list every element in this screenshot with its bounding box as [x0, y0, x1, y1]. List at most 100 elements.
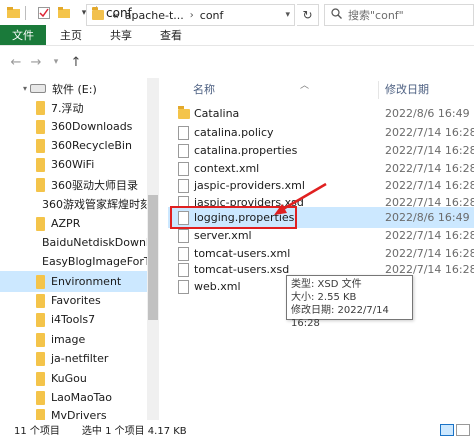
- folder-icon: [36, 293, 45, 308]
- nav-label: Favorites: [51, 294, 101, 307]
- folder-icon: [36, 371, 45, 386]
- folder-icon: [36, 119, 45, 134]
- tab-share[interactable]: 共享: [96, 25, 146, 45]
- file-date: 2022/7/14 16:28: [385, 229, 474, 242]
- folder-icon: [36, 312, 45, 327]
- tab-view[interactable]: 查看: [146, 25, 196, 45]
- nav-label: 7.浮动: [51, 101, 84, 115]
- file-name: web.xml: [194, 280, 241, 293]
- nav-item-folder[interactable]: 7.浮动: [0, 97, 147, 118]
- chevron-right-icon[interactable]: ›: [190, 10, 194, 21]
- file-name: catalina.policy: [194, 126, 274, 139]
- nav-label: LaoMaoTao: [51, 391, 112, 404]
- properties-icon[interactable]: [37, 6, 51, 20]
- expand-icon[interactable]: ▾: [23, 84, 27, 93]
- details-view-icon[interactable]: [440, 423, 454, 436]
- nav-item-folder[interactable]: 360Downloads: [0, 116, 147, 137]
- nav-item-folder[interactable]: image: [0, 329, 147, 350]
- annotation-arrow-icon: [274, 182, 327, 215]
- nav-item-folder[interactable]: EasyBlogImageForTy: [0, 251, 147, 272]
- nav-label: 360游戏管家辉煌时刻: [42, 197, 147, 211]
- breadcrumb-overflow[interactable]: «: [112, 9, 119, 22]
- nav-item-folder[interactable]: AZPR: [0, 213, 147, 234]
- navigation-pane: ▾ 软件 (E:) 7.浮动 360Downloads 360RecycleBi…: [0, 78, 160, 420]
- nav-item-folder[interactable]: i4Tools7: [0, 309, 147, 330]
- nav-label: Environment: [51, 275, 122, 288]
- nav-item-folder[interactable]: ja-netfilter: [0, 348, 147, 369]
- nav-label: BaiduNetdiskDownlo: [42, 236, 147, 249]
- nav-label: KuGou: [51, 372, 87, 385]
- breadcrumb-current[interactable]: conf: [200, 9, 224, 22]
- new-folder-icon[interactable]: [57, 6, 71, 20]
- file-date: 2022/7/14 16:28: [385, 144, 474, 157]
- nav-item-folder[interactable]: 360驱动大师目录: [0, 174, 147, 195]
- folder-icon: [6, 6, 20, 20]
- nav-item-folder[interactable]: KuGou: [0, 368, 147, 389]
- drive-icon: [30, 84, 46, 93]
- nav-label: ja-netfilter: [51, 352, 109, 365]
- file-row[interactable]: Catalina 2022/8/6 16:49: [168, 103, 474, 124]
- file-name: catalina.properties: [194, 144, 298, 157]
- nav-item-folder[interactable]: BaiduNetdiskDownlo: [0, 232, 147, 253]
- nav-label: 360驱动大师目录: [51, 178, 138, 192]
- chevron-down-icon[interactable]: ▾: [285, 10, 290, 20]
- sort-up-icon: ︿: [300, 81, 310, 91]
- file-date: 2022/8/6 16:49: [385, 107, 470, 120]
- nav-label: image: [51, 333, 86, 346]
- nav-label: AZPR: [51, 217, 81, 230]
- refresh-button[interactable]: ↻: [297, 4, 319, 26]
- folder-icon: [36, 216, 45, 231]
- tooltip-type: 类型: XSD 文件: [291, 279, 362, 290]
- nav-label: MvDrivers: [51, 409, 107, 420]
- forward-arrow-icon[interactable]: →: [26, 52, 46, 72]
- nav-item-folder[interactable]: 360RecycleBin: [0, 135, 147, 156]
- breadcrumb-parent[interactable]: apache-t...: [125, 9, 184, 22]
- column-header-name[interactable]: 名称: [193, 78, 215, 100]
- file-date: 2022/8/6 16:49: [385, 211, 470, 224]
- nav-item-folder[interactable]: 360游戏管家辉煌时刻: [0, 193, 147, 214]
- nav-item-folder[interactable]: MvDrivers: [0, 405, 147, 420]
- address-bar[interactable]: « apache-t... › conf ▾: [86, 4, 295, 26]
- file-icon: [178, 279, 189, 294]
- folder-icon: [36, 332, 45, 347]
- scrollbar-thumb[interactable]: [148, 195, 158, 320]
- search-placeholder: 搜索"conf": [348, 9, 404, 22]
- nav-label: 360WiFi: [51, 158, 95, 171]
- navigation-bar: ← → ▾ ↑: [0, 46, 474, 78]
- column-header-date[interactable]: 修改日期: [385, 78, 429, 100]
- item-count: 11 个项目: [14, 426, 60, 437]
- nav-label: 软件 (E:): [52, 82, 97, 96]
- recent-locations-icon[interactable]: ▾: [46, 52, 66, 72]
- file-icon: [178, 178, 189, 193]
- nav-item-folder-selected[interactable]: Environment: [0, 271, 147, 292]
- folder-icon: [178, 106, 190, 119]
- file-icon: [178, 262, 189, 277]
- file-name: server.xml: [194, 229, 252, 242]
- large-icons-view-icon[interactable]: [456, 423, 470, 436]
- nav-item-folder[interactable]: Favorites: [0, 290, 147, 311]
- up-arrow-icon[interactable]: ↑: [66, 52, 86, 72]
- search-icon: [331, 8, 342, 22]
- folder-icon: [36, 100, 45, 115]
- file-date: 2022/7/14 16:28: [385, 126, 474, 139]
- nav-label: i4Tools7: [51, 313, 96, 326]
- nav-item-drive-e[interactable]: ▾ 软件 (E:): [0, 78, 147, 99]
- refresh-icon: ↻: [302, 8, 313, 22]
- nav-label: 360Downloads: [51, 120, 133, 133]
- file-icon: [178, 143, 189, 158]
- nav-item-folder[interactable]: 360WiFi: [0, 154, 147, 175]
- tab-home[interactable]: 主页: [46, 25, 96, 45]
- search-input[interactable]: 搜索"conf": [324, 4, 474, 26]
- tooltip-modified: 修改日期: 2022/7/14 16:28: [291, 305, 389, 329]
- nav-label: EasyBlogImageForTy: [42, 255, 147, 268]
- folder-icon: [36, 351, 45, 366]
- file-info-tooltip: 类型: XSD 文件 大小: 2.55 KB 修改日期: 2022/7/14 1…: [286, 275, 413, 329]
- back-arrow-icon[interactable]: ←: [6, 52, 26, 72]
- divider: [25, 5, 26, 20]
- tab-file[interactable]: 文件: [0, 25, 46, 45]
- file-name: Catalina: [194, 107, 240, 120]
- file-icon: [178, 228, 189, 243]
- column-divider[interactable]: [378, 81, 379, 99]
- folder-icon: [36, 157, 45, 172]
- folder-icon: [36, 408, 45, 420]
